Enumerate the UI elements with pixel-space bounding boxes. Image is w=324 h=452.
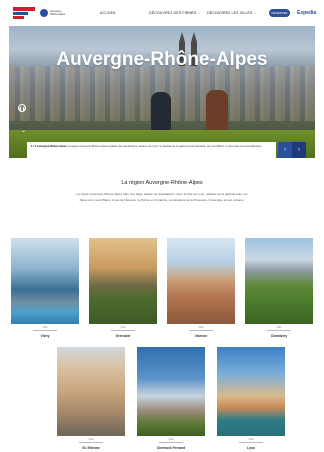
city-name[interactable]: Valence (167, 334, 235, 338)
city-image[interactable] (11, 238, 79, 324)
city-name[interactable]: St. Etienne (57, 446, 125, 450)
city-name[interactable]: Grenoble (89, 334, 157, 338)
city-card-st-etienne[interactable]: Ville St. Etienne (57, 347, 125, 450)
city-name[interactable]: Chambéry (245, 334, 313, 338)
reserve-button[interactable]: RÉSERVEZ (269, 9, 290, 17)
city-card-vichy[interactable]: Ville Vichy (11, 238, 79, 338)
city-tag: Ville (248, 437, 254, 441)
city-tag: Ville (168, 437, 174, 441)
caption-text: La région Auvergne-Rhône-Alpes englobe d… (67, 145, 262, 148)
site-header: Auvergne-Rhône-Alpes ACCUEIL DÉCOUVREZ D… (0, 0, 324, 26)
partner-logo[interactable]: Auvergne-Rhône-Alpes (40, 9, 70, 17)
city-tag: Ville (120, 325, 126, 329)
city-image[interactable] (245, 238, 313, 324)
pause-icon[interactable]: ❚❚ (18, 104, 26, 112)
caption-title: 1 / 6 Auvergne-Rhône-Alpes (31, 145, 67, 148)
chevron-down-icon: ⌄ (254, 11, 258, 15)
city-card-grenoble[interactable]: Ville Grenoble (89, 238, 157, 338)
city-card-valence[interactable]: Ville Valence (167, 238, 235, 338)
chevron-down-icon: ⌄ (198, 11, 202, 15)
city-image[interactable] (137, 347, 205, 436)
partner-logo-text: Auvergne-Rhône-Alpes (50, 10, 65, 16)
city-name[interactable]: Lyon (217, 446, 285, 450)
city-image[interactable] (167, 238, 235, 324)
city-image[interactable] (57, 347, 125, 436)
hero-caption: 1 / 6 Auvergne-Rhône-Alpes La région Auv… (27, 142, 276, 158)
city-card-chambery[interactable]: Ville Chambéry (245, 238, 313, 338)
partner-emblem-icon (40, 9, 48, 17)
city-name[interactable]: Clermont Ferrand (137, 446, 205, 450)
nav-accueil[interactable]: ACCUEIL (100, 11, 116, 15)
intro-text: La région Auvergne-Rhône-Alpes offre une… (76, 192, 248, 202)
nav-villes[interactable]: DÉCOUVREZ LES VILLES ⌄ (207, 11, 257, 15)
city-image[interactable] (217, 347, 285, 436)
site-logo[interactable] (13, 7, 35, 20)
intro-title: La région Auvergne-Rhône-Alpes (121, 180, 203, 186)
city-image[interactable] (89, 238, 157, 324)
chevron-down-icon[interactable]: ⌄ (21, 127, 26, 134)
city-tag: Ville (198, 325, 204, 329)
nav-villes-label: DÉCOUVREZ LES VILLES (207, 11, 253, 15)
city-name[interactable]: Vichy (11, 334, 79, 338)
city-tag: Ville (276, 325, 282, 329)
nav-firmes-label: DÉCOUVREZ DES FIRMES (149, 11, 197, 15)
chevron-right-icon[interactable]: › (292, 142, 306, 158)
city-card-lyon[interactable]: Ville Lyon (217, 347, 285, 450)
nav-firmes[interactable]: DÉCOUVREZ DES FIRMES ⌄ (149, 11, 201, 15)
city-tag: Ville (42, 325, 48, 329)
carousel-controls: ‹ › (278, 142, 306, 158)
city-tag: Ville (88, 437, 94, 441)
chevron-left-icon[interactable]: ‹ (278, 142, 292, 158)
hero-image: Auvergne-Rhône-Alpes ❚❚ ⌄ (9, 26, 315, 158)
city-card-clermont-ferrand[interactable]: Ville Clermont Ferrand (137, 347, 205, 450)
hero-title: Auvergne-Rhône-Alpes (56, 49, 268, 70)
expedia-logo[interactable]: Expedia (297, 10, 316, 16)
